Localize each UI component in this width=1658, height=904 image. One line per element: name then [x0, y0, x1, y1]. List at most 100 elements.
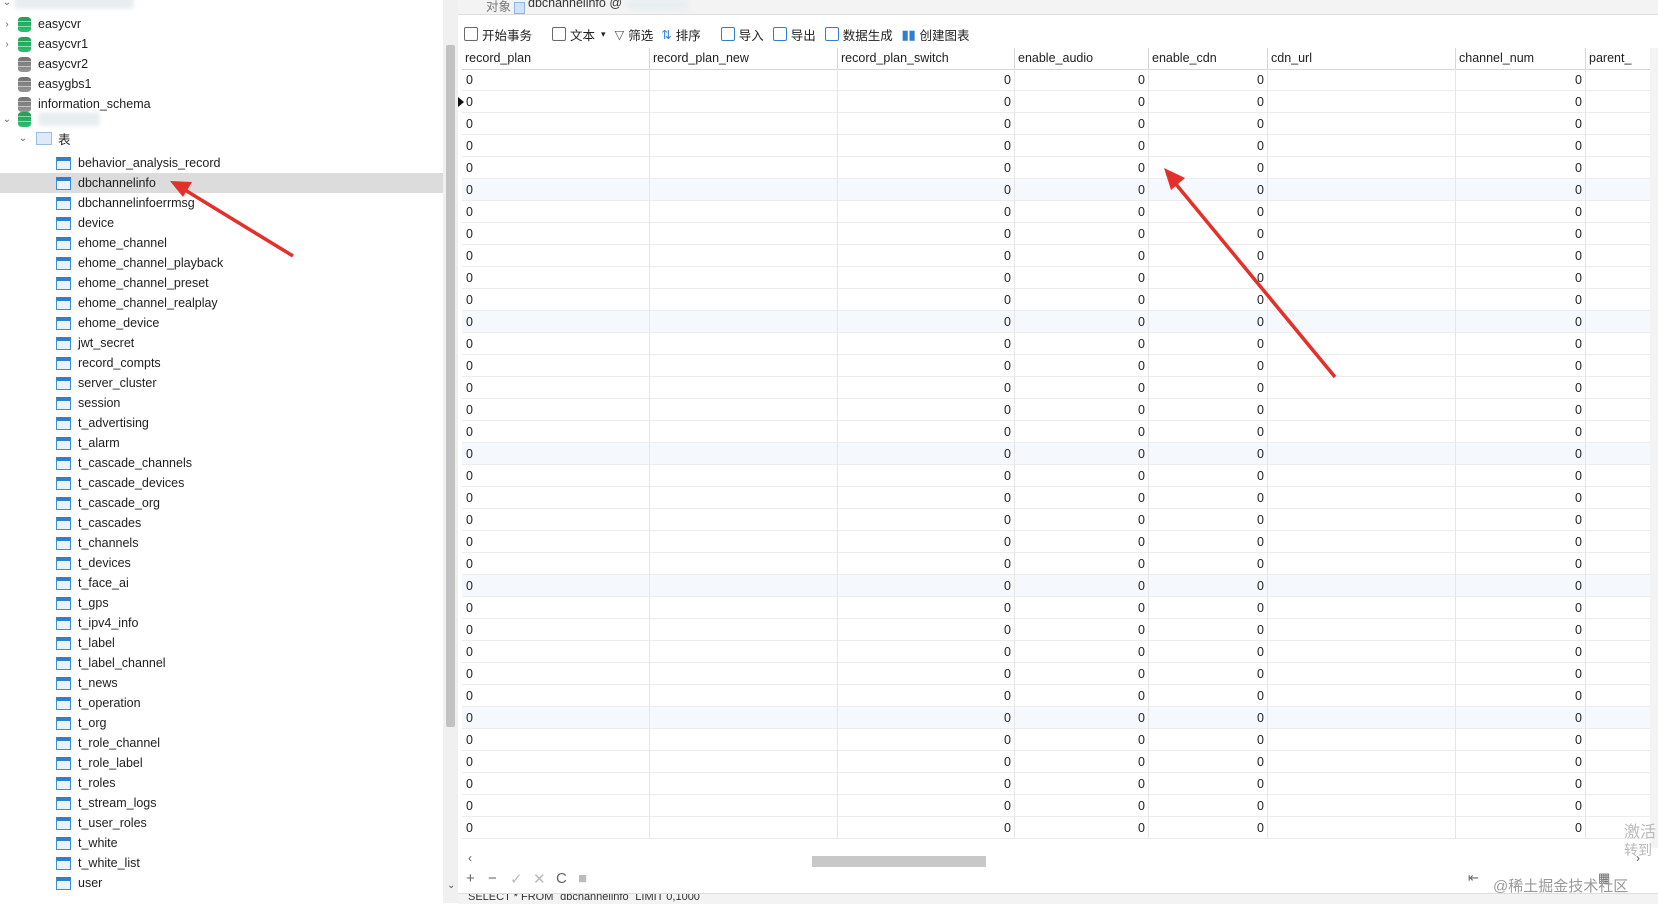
- table-cell[interactable]: 0: [1015, 795, 1149, 817]
- table-cell[interactable]: [1586, 443, 1658, 465]
- table-cell[interactable]: [1268, 245, 1456, 267]
- table-cell[interactable]: [1586, 641, 1658, 663]
- table-cell[interactable]: [1586, 355, 1658, 377]
- tree-row-table[interactable]: t_cascades: [0, 513, 443, 533]
- table-cell[interactable]: [1268, 597, 1456, 619]
- table-cell[interactable]: 0: [1456, 487, 1586, 509]
- table-cell[interactable]: 0: [838, 267, 1015, 289]
- table-row[interactable]: 00000: [462, 267, 1658, 289]
- table-cell[interactable]: 0: [838, 69, 1015, 91]
- table-cell[interactable]: 0: [462, 333, 650, 355]
- table-cell[interactable]: 0: [1149, 641, 1268, 663]
- table-cell[interactable]: [1586, 707, 1658, 729]
- table-cell[interactable]: 0: [1015, 619, 1149, 641]
- table-cell[interactable]: 0: [1456, 355, 1586, 377]
- table-cell[interactable]: 0: [838, 685, 1015, 707]
- table-cell[interactable]: 0: [1149, 157, 1268, 179]
- chevron-down-icon[interactable]: ⌄: [0, 0, 14, 8]
- tree-row-table[interactable]: t_channels: [0, 533, 443, 553]
- table-cell[interactable]: [1268, 201, 1456, 223]
- table-cell[interactable]: 0: [462, 157, 650, 179]
- table-cell[interactable]: 0: [1456, 597, 1586, 619]
- table-cell[interactable]: [650, 509, 838, 531]
- table-cell[interactable]: 0: [1015, 443, 1149, 465]
- table-cell[interactable]: 0: [838, 113, 1015, 135]
- table-cell[interactable]: [1268, 333, 1456, 355]
- data-generation-button[interactable]: 数据生成: [824, 25, 893, 44]
- table-cell[interactable]: 0: [462, 69, 650, 91]
- chevron-right-icon[interactable]: ›: [0, 39, 14, 50]
- table-cell[interactable]: 0: [1149, 575, 1268, 597]
- table-cell[interactable]: 0: [462, 289, 650, 311]
- table-cell[interactable]: 0: [838, 245, 1015, 267]
- table-cell[interactable]: 0: [1456, 553, 1586, 575]
- table-cell[interactable]: [650, 113, 838, 135]
- delete-record-button[interactable]: −: [488, 870, 497, 887]
- grid-horizontal-scrollbar-thumb[interactable]: [812, 856, 986, 867]
- table-cell[interactable]: [1268, 817, 1456, 839]
- table-cell[interactable]: [1268, 619, 1456, 641]
- table-cell[interactable]: 0: [462, 245, 650, 267]
- table-cell[interactable]: [1586, 135, 1658, 157]
- table-row[interactable]: 00000: [462, 795, 1658, 817]
- table-cell[interactable]: 0: [838, 751, 1015, 773]
- table-cell[interactable]: [650, 729, 838, 751]
- table-cell[interactable]: 0: [838, 575, 1015, 597]
- table-cell[interactable]: 0: [462, 509, 650, 531]
- tree-row-table[interactable]: jwt_secret: [0, 333, 443, 353]
- tree-row-table[interactable]: t_stream_logs: [0, 793, 443, 813]
- table-cell[interactable]: [650, 135, 838, 157]
- table-cell[interactable]: 0: [1149, 817, 1268, 839]
- table-cell[interactable]: 0: [1149, 619, 1268, 641]
- table-cell[interactable]: 0: [1015, 531, 1149, 553]
- tree-row-table[interactable]: t_advertising: [0, 413, 443, 433]
- table-cell[interactable]: 0: [1456, 795, 1586, 817]
- table-cell[interactable]: 0: [1015, 223, 1149, 245]
- table-cell[interactable]: 0: [1456, 421, 1586, 443]
- table-cell[interactable]: 0: [1149, 377, 1268, 399]
- table-cell[interactable]: 0: [838, 641, 1015, 663]
- tree-row-table[interactable]: t_user_roles: [0, 813, 443, 833]
- table-row[interactable]: 00000: [462, 157, 1658, 179]
- table-cell[interactable]: [1268, 157, 1456, 179]
- table-cell[interactable]: [1268, 531, 1456, 553]
- table-cell[interactable]: 0: [1456, 245, 1586, 267]
- table-cell[interactable]: 0: [462, 773, 650, 795]
- table-cell[interactable]: 0: [462, 201, 650, 223]
- table-cell[interactable]: 0: [1149, 751, 1268, 773]
- table-cell[interactable]: [1268, 399, 1456, 421]
- import-button[interactable]: 导入: [720, 25, 764, 44]
- table-row[interactable]: 00000: [462, 69, 1658, 91]
- table-cell[interactable]: 0: [1015, 751, 1149, 773]
- table-cell[interactable]: 0: [1015, 487, 1149, 509]
- table-cell[interactable]: 0: [1149, 685, 1268, 707]
- table-cell[interactable]: 0: [1456, 465, 1586, 487]
- table-cell[interactable]: 0: [462, 267, 650, 289]
- table-cell[interactable]: 0: [1149, 465, 1268, 487]
- table-cell[interactable]: 0: [1149, 795, 1268, 817]
- table-cell[interactable]: 0: [462, 553, 650, 575]
- table-cell[interactable]: 0: [1456, 531, 1586, 553]
- table-cell[interactable]: 0: [1015, 773, 1149, 795]
- table-cell[interactable]: [650, 663, 838, 685]
- table-cell[interactable]: 0: [1015, 245, 1149, 267]
- table-cell[interactable]: [1268, 355, 1456, 377]
- table-row[interactable]: 00000: [462, 553, 1658, 575]
- table-cell[interactable]: [1268, 707, 1456, 729]
- table-cell[interactable]: 0: [1149, 135, 1268, 157]
- table-cell[interactable]: 0: [1015, 201, 1149, 223]
- table-row[interactable]: 00000: [462, 421, 1658, 443]
- table-cell[interactable]: [650, 333, 838, 355]
- table-cell[interactable]: [1586, 91, 1658, 113]
- refresh-button[interactable]: C: [556, 870, 567, 887]
- table-cell[interactable]: 0: [1015, 333, 1149, 355]
- table-cell[interactable]: 0: [1149, 113, 1268, 135]
- table-cell[interactable]: 0: [1015, 355, 1149, 377]
- table-cell[interactable]: 0: [1456, 267, 1586, 289]
- table-row[interactable]: 00000: [462, 817, 1658, 839]
- table-cell[interactable]: [1268, 729, 1456, 751]
- table-cell[interactable]: 0: [462, 487, 650, 509]
- table-cell[interactable]: 0: [1456, 619, 1586, 641]
- tree-row-database[interactable]: › easycvr: [0, 14, 443, 34]
- table-cell[interactable]: [650, 179, 838, 201]
